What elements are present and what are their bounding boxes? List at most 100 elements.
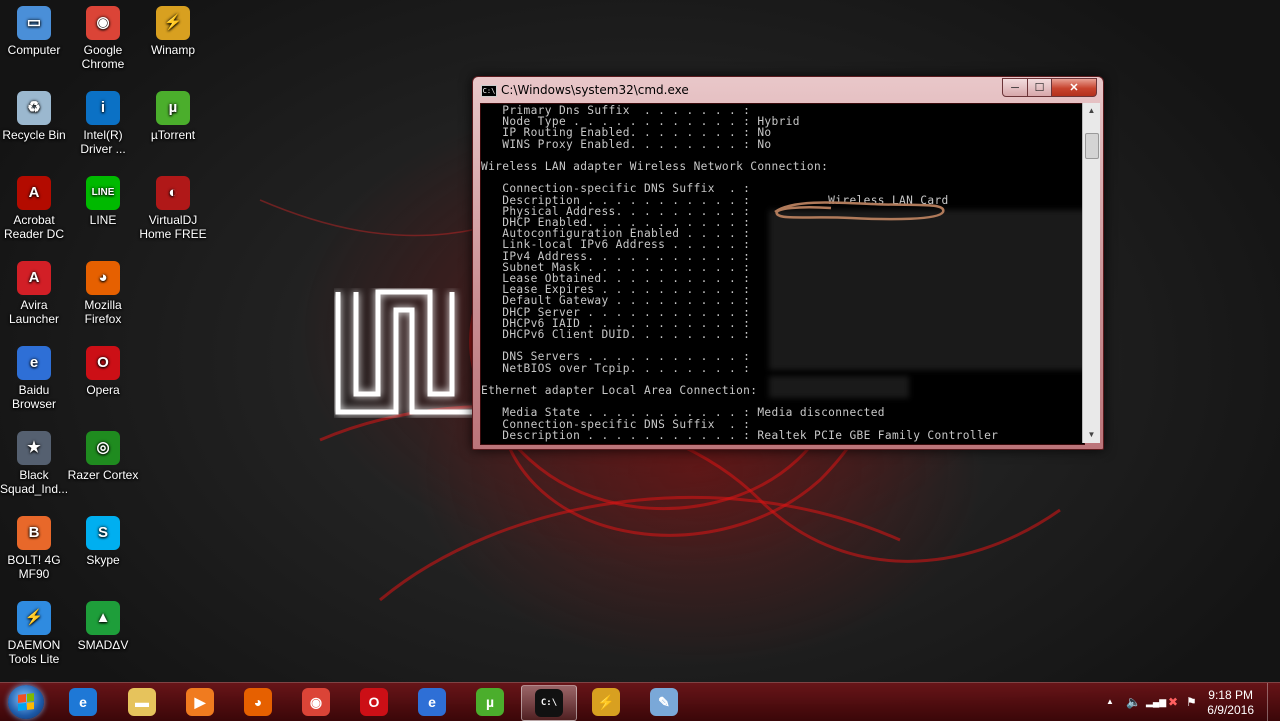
virtualdj-icon: ◐ [156,176,190,210]
title-bar[interactable]: C:\ C:\Windows\system32\cmd.exe ─ ☐ ✕ [473,77,1103,101]
cmd-icon: C:\ [535,689,563,717]
baidu-browser-icon: e [17,346,51,380]
folder-icon: ▬ [128,688,156,716]
maximize-button[interactable]: ☐ [1028,78,1052,97]
opera-icon: O [86,346,120,380]
utorrent-icon: µ [476,688,504,716]
desktop-icon-label: VirtualDJ Home FREE [139,213,207,241]
desktop-icon-label: Winamp [150,43,195,57]
desktop-icon-label: BOLT! 4G MF90 [7,553,61,581]
desktop-icon-black-squad[interactable]: ★ Black Squad_Ind... [0,431,70,496]
desktop-icon-label: Acrobat Reader DC [3,213,65,241]
minimize-button[interactable]: ─ [1002,78,1028,97]
taskbar-media-player[interactable]: ▶ [173,685,227,719]
intel-driver-icon: i [86,91,120,125]
show-desktop-button[interactable] [1267,683,1280,721]
desktop-icon-line[interactable]: LINE LINE [67,176,139,227]
clock-date: 6/9/2016 [1207,703,1254,717]
smadav-icon: ▲ [86,601,120,635]
scroll-thumb[interactable] [1085,133,1099,159]
desktop-icon-chrome[interactable]: ◉ Google Chrome [67,6,139,71]
avira-icon: A [17,261,51,295]
redaction-blur [769,376,909,398]
action-center-flag-icon[interactable]: ⚑ [1186,695,1197,709]
taskbar-winamp[interactable]: ⚡ [579,685,633,719]
black-squad-icon: ★ [17,431,51,465]
wireless-signal-icon[interactable]: ▂▄▆ [1146,697,1166,708]
desktop-icon-computer[interactable]: ▭ Computer [0,6,70,57]
desktop-icon-label: Computer [7,43,61,57]
desktop-icon-label: Razer Cortex [67,468,139,482]
desktop-icon-bolt-modem[interactable]: B BOLT! 4G MF90 [0,516,70,581]
desktop-icon-label: DAEMON Tools Lite [7,638,61,666]
desktop-icon-label: LINE [89,213,117,227]
desktop-icon-label: Baidu Browser [11,383,56,411]
desktop-icon-smadav[interactable]: ▲ SMADΔV [67,601,139,652]
desktop-icon-avira[interactable]: A Avira Launcher [0,261,70,326]
windows-logo-icon [18,693,34,711]
bolt-modem-icon: B [17,516,51,550]
desktop-icon-label: Intel(R) Driver ... [80,128,126,156]
firefox-icon: ◕ [244,688,272,716]
taskbar-baidu-browser[interactable]: e [405,685,459,719]
desktop-icon-utorrent[interactable]: µ µTorrent [137,91,209,142]
cmd-icon: C:\ [481,85,497,97]
vertical-scrollbar[interactable]: ▲ ▼ [1082,103,1100,443]
scroll-up-arrow-icon[interactable]: ▲ [1083,103,1100,119]
scroll-down-arrow-icon[interactable]: ▼ [1083,427,1100,443]
utorrent-icon: µ [156,91,190,125]
taskbar-firefox[interactable]: ◕ [231,685,285,719]
desktop-icon-label: Google Chrome [81,43,125,71]
window-title: C:\Windows\system32\cmd.exe [501,83,689,97]
desktop-icon-label: Skype [86,553,120,567]
desktop-icon-virtualdj[interactable]: ◐ VirtualDJ Home FREE [137,176,209,241]
taskbar-utorrent[interactable]: µ [463,685,517,719]
desktop-icon-razer-cortex[interactable]: ◎ Razer Cortex [67,431,139,482]
clock-time: 9:18 PM [1208,688,1253,702]
desktop-icon-acrobat[interactable]: A Acrobat Reader DC [0,176,70,241]
winamp-icon: ⚡ [592,688,620,716]
taskbar-opera[interactable]: O [347,685,401,719]
winamp-icon: ⚡ [156,6,190,40]
desktop-icon-label: Opera [86,383,120,397]
desktop-icon-skype[interactable]: S Skype [67,516,139,567]
taskbar-paint[interactable]: ✎ [637,685,691,719]
network-icon[interactable]: ✖ [1168,695,1178,709]
close-button[interactable]: ✕ [1052,78,1097,97]
taskbar-cmd[interactable]: C:\ [521,685,577,721]
computer-icon: ▭ [17,6,51,40]
wallpaper-logo [335,289,480,415]
firefox-icon: ◕ [86,261,120,295]
desktop-icon-label: SMADΔV [77,638,129,652]
redaction-scribble [774,201,945,221]
desktop-icon-label: µTorrent [150,128,196,142]
desktop-icon-recycle-bin[interactable]: ♻ Recycle Bin [0,91,70,142]
taskbar-file-explorer[interactable]: ▬ [115,685,169,719]
internet-explorer-icon: e [69,688,97,716]
taskbar-chrome[interactable]: ◉ [289,685,343,719]
desktop-icon-firefox[interactable]: ◕ Mozilla Firefox [67,261,139,326]
desktop-icon-label: Avira Launcher [8,298,60,326]
desktop-icon-daemon-tools[interactable]: ⚡ DAEMON Tools Lite [0,601,70,666]
paint-icon: ✎ [650,688,678,716]
daemon-tools-icon: ⚡ [17,601,51,635]
acrobat-icon: A [17,176,51,210]
show-hidden-icons-arrow-icon[interactable]: ▲ [1106,697,1114,706]
taskbar: e ▬ ▶ ◕ ◉ Oe µ C:\ ⚡ ✎ ▲ 🔈 ▂▄▆ ✖ ⚑ 9:18 PM 6/9/20… [0,682,1280,721]
taskbar-internet-explorer[interactable]: e [56,685,110,719]
desktop-icon-label: Recycle Bin [2,128,66,142]
redaction-blur [769,210,1084,370]
cmd-window[interactable]: C:\ C:\Windows\system32\cmd.exe ─ ☐ ✕ Pr… [472,76,1104,450]
clock[interactable]: 9:18 PM 6/9/2016 [1207,688,1254,718]
desktop-icon-label: Mozilla Firefox [84,298,122,326]
volume-icon[interactable]: 🔈 [1126,695,1141,709]
desktop-icon-winamp[interactable]: ⚡ Winamp [137,6,209,57]
start-button[interactable] [8,685,44,719]
desktop-icon-baidu-browser[interactable]: e Baidu Browser [0,346,70,411]
console-output[interactable]: Primary Dns Suffix . . . . . . . : Node … [480,103,1085,445]
line-icon: LINE [86,176,120,210]
recycle-bin-icon: ♻ [17,91,51,125]
desktop-icon-intel-driver[interactable]: i Intel(R) Driver ... [67,91,139,156]
opera-icon: O [360,688,388,716]
desktop-icon-opera[interactable]: O Opera [67,346,139,397]
